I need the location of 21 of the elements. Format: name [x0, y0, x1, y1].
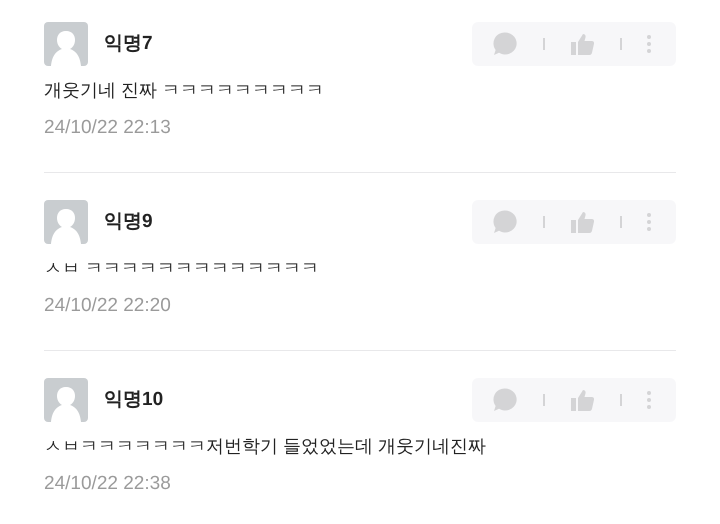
avatar — [44, 378, 88, 422]
thumbs-up-icon[interactable] — [569, 31, 595, 57]
comment-date: 24/10/22 22:38 — [44, 472, 172, 496]
author-name: 익명9 — [104, 210, 153, 234]
comment-date: 24/10/22 22:13 — [44, 116, 172, 140]
more-icon[interactable] — [646, 212, 652, 232]
speech-bubble-icon[interactable] — [492, 31, 518, 57]
comment-text: ㅅㅂㅋㅋㅋㅋㅋㅋㅋ저번학기 들었었는데 개웃기네진짜 — [44, 435, 488, 458]
author-name: 익명10 — [104, 388, 164, 412]
avatar — [44, 200, 88, 244]
comment-text: 개웃기네 진짜 ㅋㅋㅋㅋㅋㅋㅋㅋㅋ — [44, 79, 326, 102]
author-name: 익명7 — [104, 32, 153, 56]
more-icon[interactable] — [646, 390, 652, 410]
thumbs-up-icon[interactable] — [569, 387, 595, 413]
comment-date: 24/10/22 22:20 — [44, 294, 172, 318]
more-icon[interactable] — [646, 34, 652, 54]
speech-bubble-icon[interactable] — [492, 209, 518, 235]
comment-text: ㅅㅂ ㅋㅋㅋㅋㅋㅋㅋㅋㅋㅋㅋㅋㅋ — [44, 257, 320, 280]
speech-bubble-icon[interactable] — [492, 387, 518, 413]
thumbs-up-icon[interactable] — [569, 209, 595, 235]
avatar — [44, 22, 88, 66]
